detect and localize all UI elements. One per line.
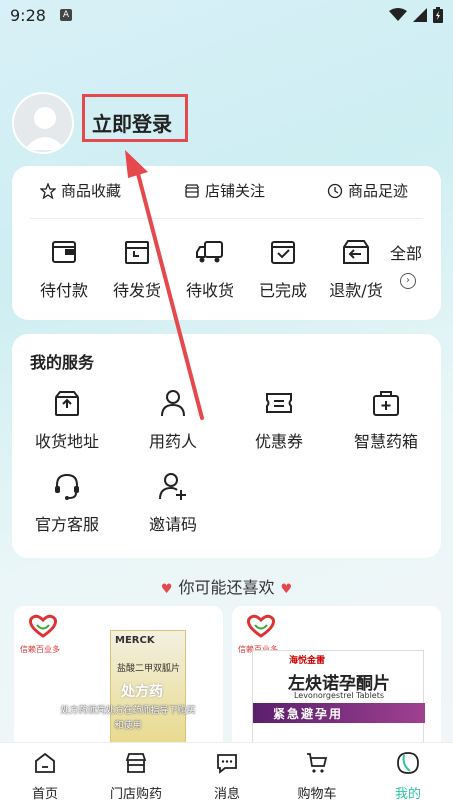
- pharmacy-logo-icon: [247, 614, 275, 638]
- order-pending-payment[interactable]: 待付款: [24, 237, 104, 301]
- clock-icon: [327, 183, 343, 198]
- medicine-kit-icon: [373, 391, 399, 416]
- product-maker: 海悦金雷: [289, 656, 326, 666]
- user-icon: [161, 390, 185, 417]
- message-icon: [217, 754, 237, 774]
- order-pending-receipt[interactable]: 待收货: [170, 237, 250, 301]
- chevron-right-icon[interactable]: ›: [400, 273, 416, 289]
- tab-cart[interactable]: 购物车: [272, 751, 362, 802]
- login-button[interactable]: 立即登录: [92, 108, 172, 137]
- service-coupon-label: 优惠券: [254, 432, 303, 451]
- status-icons: [389, 7, 443, 23]
- cart-icon: [307, 753, 328, 773]
- product-brand: MERCK: [115, 635, 155, 646]
- product-card[interactable]: 信赖百业多 海悦金雷 左炔诺孕酮片 Levonorgestrel Tablets…: [232, 606, 441, 756]
- order-completed[interactable]: 已完成: [243, 237, 323, 301]
- service-patient-label: 用药人: [148, 432, 197, 451]
- favorite-products-link[interactable]: 商品收藏: [40, 180, 121, 201]
- mine-icon: [397, 752, 419, 774]
- services-title: 我的服务: [30, 353, 95, 372]
- address-box-icon: [55, 391, 79, 416]
- notification-icon: A: [60, 9, 72, 21]
- product-card[interactable]: 信赖百业多 MERCK 盐酸二甲双胍片 处方药 处方药须凭处方在药师指导下购买和…: [14, 606, 223, 756]
- service-address-label: 收货地址: [34, 432, 99, 451]
- wallet-icon: [52, 241, 76, 263]
- home-icon: [35, 752, 55, 773]
- order-pending-payment-label: 待付款: [39, 281, 88, 300]
- signal-icon: [413, 8, 427, 22]
- product-name-en: Levonorgestrel Tablets: [293, 691, 385, 700]
- tab-cart-label: 购物车: [297, 787, 337, 802]
- recommend-title-text: 你可能还喜欢: [178, 578, 275, 597]
- order-refund[interactable]: 退款/货: [316, 237, 396, 301]
- service-customer-support-label: 官方客服: [34, 515, 99, 534]
- service-address[interactable]: 收货地址: [27, 388, 107, 452]
- truck-icon: [196, 241, 223, 263]
- shop-icon: [125, 753, 147, 773]
- tab-home-label: 首页: [31, 787, 58, 802]
- heart-icon: ♥: [160, 582, 173, 597]
- service-medicine-kit-label: 智慧药箱: [353, 432, 418, 451]
- star-icon: [40, 182, 56, 199]
- product-box-text: 盐酸二甲双胍片: [117, 664, 181, 674]
- service-customer-support[interactable]: 官方客服: [27, 471, 107, 535]
- tab-mine[interactable]: 我的: [363, 751, 453, 802]
- order-completed-label: 已完成: [258, 281, 307, 300]
- tab-home[interactable]: 首页: [0, 751, 90, 802]
- all-orders-link[interactable]: 全部: [390, 240, 422, 264]
- default-avatar-icon: [24, 107, 66, 150]
- recommend-title: ♥ 你可能还喜欢 ♥: [0, 574, 453, 598]
- service-coupon[interactable]: 优惠券: [239, 388, 319, 452]
- product-band-text: 紧急避孕用: [273, 707, 344, 721]
- rx-label: 处方药: [121, 684, 163, 700]
- order-pending-shipment-label: 待发货: [112, 281, 161, 300]
- order-pending-shipment[interactable]: 待发货: [97, 237, 177, 301]
- rx-notice: 处方药须凭处方在药师指导下购买和使用: [60, 706, 196, 731]
- pharmacy-logo-text: 信赖百业多: [20, 645, 60, 654]
- wifi-icon: [389, 8, 407, 21]
- tab-messages-label: 消息: [213, 787, 240, 802]
- battery-icon: [433, 7, 443, 23]
- service-invite-code[interactable]: 邀请码: [133, 471, 213, 535]
- coupon-icon: [266, 393, 292, 413]
- order-refund-label: 退款/货: [329, 281, 383, 300]
- add-user-icon: [159, 473, 186, 500]
- favorites-row: 商品收藏 店铺关注 商品足迹: [0, 180, 453, 204]
- return-icon: [343, 240, 369, 264]
- order-pending-receipt-label: 待收货: [185, 281, 234, 300]
- tab-store-label: 门店购药: [109, 787, 162, 802]
- status-bar: 9:28 A: [0, 0, 453, 32]
- product-band: 紧急避孕用: [253, 703, 425, 723]
- tab-mine-label: 我的: [394, 787, 421, 802]
- favorite-products-label: 商品收藏: [61, 182, 122, 200]
- browse-history-link[interactable]: 商品足迹: [327, 180, 408, 201]
- package-icon: [125, 241, 149, 264]
- service-invite-code-label: 邀请码: [148, 515, 197, 534]
- tab-store[interactable]: 门店购药: [91, 751, 181, 802]
- avatar[interactable]: [12, 92, 74, 154]
- browse-history-label: 商品足迹: [348, 182, 409, 200]
- pharmacy-logo-icon: [29, 614, 57, 638]
- heart-icon: ♥: [280, 582, 293, 597]
- status-time: 9:28: [10, 6, 46, 25]
- tab-messages[interactable]: 消息: [182, 751, 272, 802]
- store-icon: [184, 183, 200, 198]
- followed-stores-link[interactable]: 店铺关注: [184, 180, 265, 201]
- product-image: 海悦金雷 左炔诺孕酮片 Levonorgestrel Tablets 紧急避孕用: [252, 650, 425, 756]
- card-divider: [30, 218, 423, 219]
- service-patient[interactable]: 用药人: [133, 388, 213, 452]
- bottom-tab-bar: 首页 门店购药 消息 购物车 我的: [0, 742, 453, 805]
- service-medicine-kit[interactable]: 智慧药箱: [346, 388, 426, 452]
- check-box-icon: [271, 241, 295, 264]
- followed-stores-label: 店铺关注: [205, 182, 266, 200]
- headset-icon: [55, 473, 79, 500]
